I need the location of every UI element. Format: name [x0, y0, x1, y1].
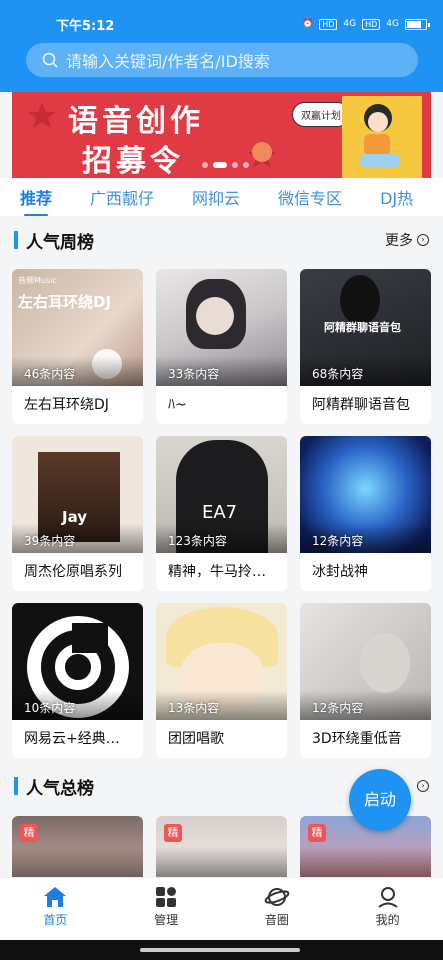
status-icons: ⏰ HD 4G HD 4G — [302, 18, 430, 30]
playlist-card[interactable]: 33条内容 ﾊ~ — [156, 269, 287, 424]
nav-manage[interactable]: 管理 — [111, 878, 222, 940]
signal-icon-2: 4G — [386, 19, 399, 29]
card-cover: 10条内容 — [12, 603, 143, 720]
user-icon — [378, 887, 398, 908]
search-placeholder: 请输入关键词/作者名/ID搜索 — [66, 52, 270, 71]
card-name: 左右耳环绕DJ — [24, 397, 109, 413]
ranking-card[interactable]: 精 — [12, 816, 143, 877]
chevron-right-icon: › — [417, 780, 429, 792]
hd-badge-2: HD — [362, 18, 381, 30]
playlist-card[interactable]: 音频Music 左右耳环绕DJ 46条内容 左右耳环绕DJ — [12, 269, 143, 424]
tab-guangxi[interactable]: 广西靓仔 — [90, 185, 154, 209]
playlist-card[interactable]: 12条内容 冰封战神 — [300, 436, 431, 591]
alarm-icon: ⏰ — [302, 19, 314, 29]
section-accent-bar — [14, 777, 18, 795]
home-icon — [44, 887, 67, 907]
banner-title-1: 语音创作 — [68, 104, 204, 139]
card-name: 3D环绕重低音 — [312, 731, 402, 747]
card-name: 团团唱歌 — [168, 731, 224, 747]
section-accent-bar — [14, 231, 18, 249]
search-icon — [42, 52, 58, 68]
playlist-card[interactable]: 10条内容 网易云+经典… — [12, 603, 143, 758]
total-title: 人气总榜 — [26, 778, 94, 799]
nav-label: 管理 — [154, 913, 179, 927]
category-tabs: 推荐 广西靓仔 网抑云 微信专区 DJ热 — [0, 178, 443, 216]
featured-badge: 精 — [308, 824, 326, 842]
tab-dj[interactable]: DJ热 — [380, 185, 413, 209]
card-cover: EA7 123条内容 — [156, 436, 287, 553]
status-bar: 下午5:12 ⏰ HD 4G HD 4G — [0, 0, 443, 48]
signal-icon: 4G — [343, 19, 357, 29]
featured-badge: 精 — [164, 824, 182, 842]
card-name: 网易云+经典… — [24, 731, 120, 747]
featured-badge: 精 — [20, 824, 38, 842]
nav-home[interactable]: 首页 — [0, 878, 111, 940]
search-input[interactable]: 请输入关键词/作者名/ID搜索 — [26, 43, 418, 77]
tab-wechat[interactable]: 微信专区 — [278, 185, 342, 209]
card-cover: 音频Music 左右耳环绕DJ 46条内容 — [12, 269, 143, 386]
header: 下午5:12 ⏰ HD 4G HD 4G 请输入关键词/作者名/ID搜索 — [0, 0, 443, 92]
banner-indicator — [202, 162, 249, 168]
content-count: 33条内容 — [168, 367, 220, 381]
weekly-section-header: 人气周榜 更多 › — [0, 220, 443, 260]
battery-icon — [405, 18, 430, 30]
card-cover: 12条内容 — [300, 436, 431, 553]
card-cover: 阿精群聊语音包 68条内容 — [300, 269, 431, 386]
cover-small-text: 音频Music — [18, 276, 57, 285]
weekly-title: 人气周榜 — [26, 232, 94, 253]
card-name: 冰封战神 — [312, 564, 368, 580]
cover-title-text: 阿精群聊语音包 — [324, 321, 401, 334]
card-cover: 精 — [12, 816, 143, 877]
cover-title-text: Jay — [62, 508, 88, 526]
content-count: 39条内容 — [24, 534, 76, 548]
card-name: 周杰伦原唱系列 — [24, 564, 122, 580]
nav-mine[interactable]: 我的 — [332, 878, 443, 940]
tab-wangyiyun[interactable]: 网抑云 — [192, 185, 240, 209]
tab-recommend[interactable]: 推荐 — [20, 185, 52, 216]
playlist-card[interactable]: EA7 123条内容 精神，牛马拎… — [156, 436, 287, 591]
ranking-card[interactable]: 精 — [156, 816, 287, 877]
nav-circle[interactable]: 音圈 — [222, 878, 333, 940]
bottom-nav: 首页 管理 音圈 我的 — [0, 877, 443, 940]
content-count: 123条内容 — [168, 534, 227, 548]
promo-banner[interactable]: 语音创作 招募令 双赢计划 — [12, 92, 431, 178]
card-name: 精神，牛马拎… — [168, 564, 266, 580]
card-cover: 13条内容 — [156, 603, 287, 720]
card-cover: Jay 39条内容 — [12, 436, 143, 553]
status-time: 下午5:12 — [56, 18, 115, 34]
cover-title-text: 左右耳环绕DJ — [18, 293, 112, 311]
banner-title-2: 招募令 — [82, 144, 184, 178]
content-count: 46条内容 — [24, 367, 76, 381]
more-button[interactable]: 更多 › — [385, 230, 429, 250]
content-count: 10条内容 — [24, 701, 76, 715]
nav-label: 音圈 — [264, 913, 289, 927]
playlist-card[interactable]: Jay 39条内容 周杰伦原唱系列 — [12, 436, 143, 591]
content-count: 68条内容 — [312, 367, 364, 381]
nav-label: 首页 — [43, 913, 68, 927]
cover-title-text: EA7 — [202, 502, 238, 523]
playlist-card[interactable]: 阿精群聊语音包 68条内容 阿精群聊语音包 — [300, 269, 431, 424]
card-cover: 33条内容 — [156, 269, 287, 386]
banner-girl-illustration — [342, 96, 422, 178]
card-name: ﾊ~ — [168, 397, 187, 413]
card-cover: 12条内容 — [300, 603, 431, 720]
system-home-bar — [0, 940, 443, 960]
content-count: 12条内容 — [312, 534, 364, 548]
card-name: 阿精群聊语音包 — [312, 397, 410, 413]
more-label: 更多 — [385, 233, 413, 249]
hd-badge: HD — [319, 18, 338, 30]
nav-label: 我的 — [375, 913, 400, 927]
playlist-card[interactable]: 12条内容 3D环绕重低音 — [300, 603, 431, 758]
card-cover: 精 — [156, 816, 287, 877]
content-count: 12条内容 — [312, 701, 364, 715]
chevron-right-icon: › — [417, 234, 429, 246]
planet-icon — [264, 888, 290, 906]
playlist-card[interactable]: 13条内容 团团唱歌 — [156, 603, 287, 758]
content-count: 13条内容 — [168, 701, 220, 715]
grid-icon — [156, 887, 177, 907]
more-button-2[interactable]: › — [417, 780, 429, 792]
home-indicator[interactable] — [140, 948, 300, 952]
start-button[interactable]: 启动 — [349, 769, 411, 831]
